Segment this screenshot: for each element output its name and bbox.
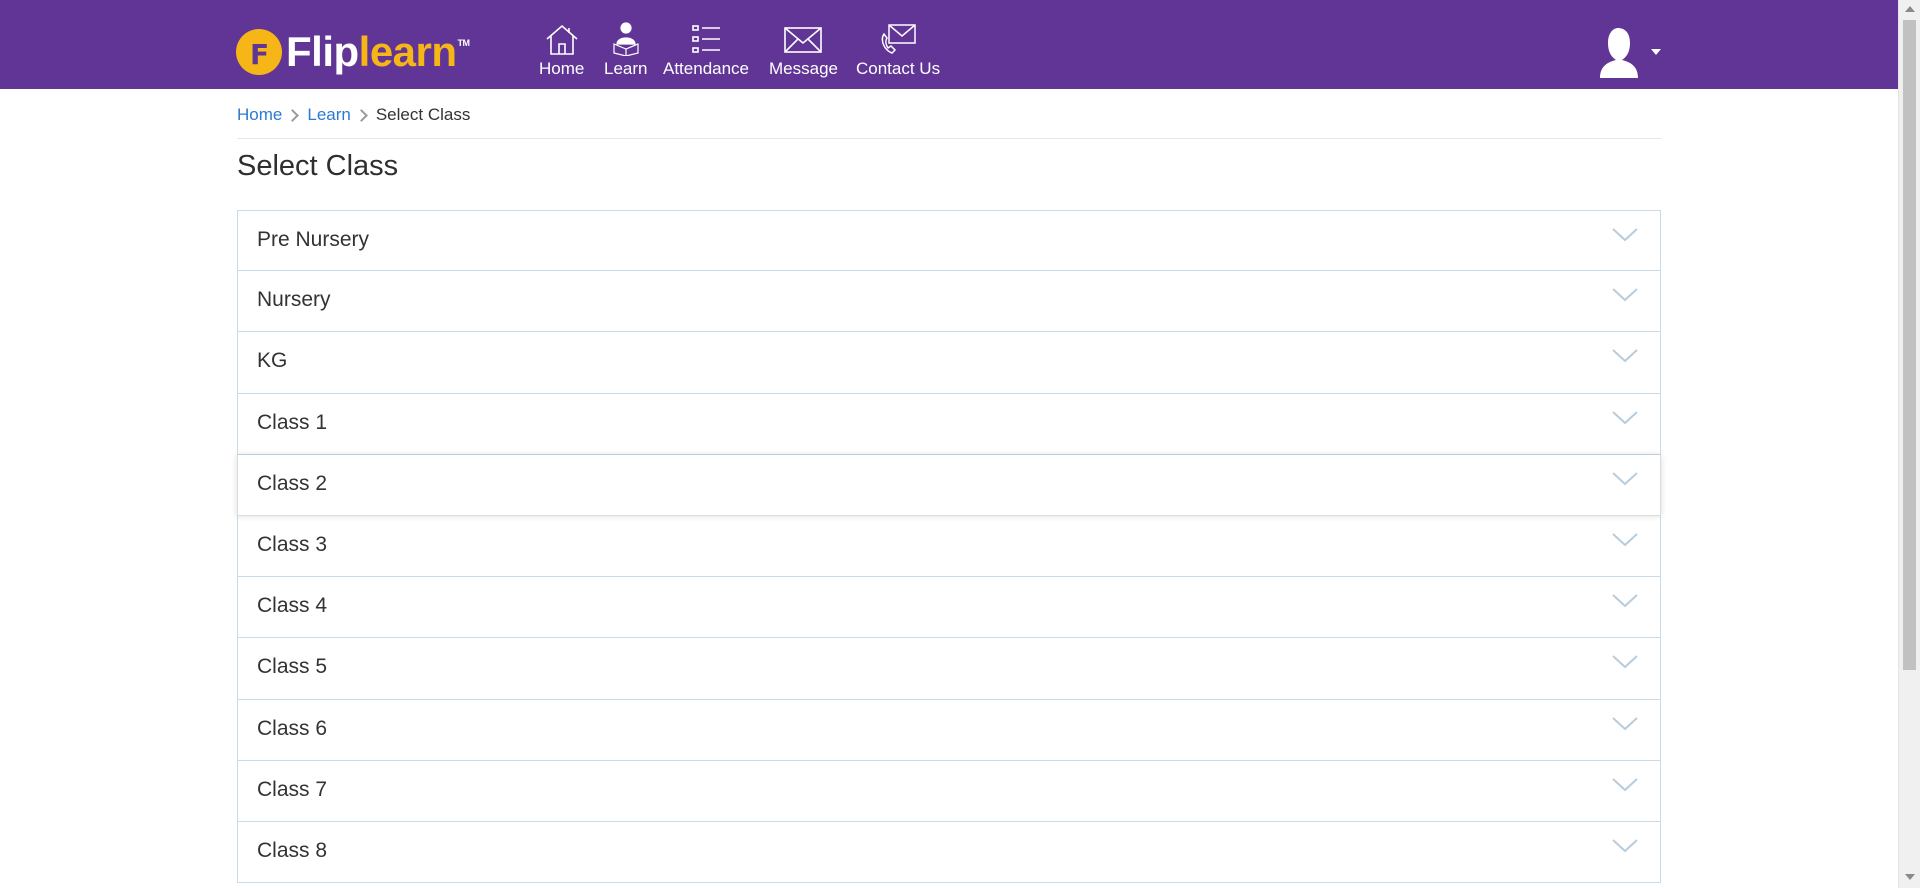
nav-learn-label: Learn — [604, 59, 648, 78]
scrollbar-thumb[interactable] — [1903, 20, 1916, 670]
chevron-down-icon[interactable] — [1610, 836, 1640, 856]
class-item-label: Class 3 — [257, 532, 328, 556]
chevron-down-icon[interactable] — [1610, 652, 1640, 672]
nav-message-label: Message — [769, 59, 838, 78]
class-accordion-item[interactable]: Class 3 — [237, 515, 1661, 578]
nav-attendance[interactable]: Attendance — [663, 22, 749, 79]
class-item-label: Class 2 — [257, 471, 328, 495]
class-accordion-item[interactable]: Class 2 — [237, 454, 1661, 516]
breadcrumb-current: Select Class — [375, 105, 471, 124]
chevron-down-icon[interactable] — [1610, 591, 1640, 611]
class-accordion-item[interactable]: KG — [237, 332, 1661, 394]
class-accordion-item[interactable]: Pre Nursery — [237, 210, 1661, 272]
nav-learn[interactable]: Learn — [604, 22, 647, 79]
logo-badge-icon: F — [236, 29, 282, 75]
nav-home-label: Home — [539, 59, 585, 78]
class-accordion-item[interactable]: Class 7 — [237, 760, 1661, 822]
breadcrumb: Home Learn Select Class — [237, 104, 470, 126]
class-item-label: Class 4 — [257, 594, 328, 618]
learn-icon — [613, 22, 639, 56]
user-menu[interactable] — [1592, 26, 1662, 80]
nav-home[interactable]: Home — [539, 22, 584, 79]
class-item-label: Class 6 — [257, 716, 328, 740]
vertical-scrollbar[interactable] — [1898, 0, 1920, 888]
caret-down-icon — [1651, 49, 1661, 55]
scroll-up-arrow-icon[interactable] — [1905, 6, 1915, 12]
class-item-label: Class 1 — [257, 410, 328, 434]
chevron-down-icon[interactable] — [1610, 714, 1640, 734]
class-accordion-item[interactable]: Class 4 — [237, 577, 1661, 639]
class-item-label: Nursery — [257, 288, 331, 312]
nav-contact-us-label: Contact Us — [856, 59, 941, 78]
page-title: Select Class — [237, 150, 399, 182]
nav-attendance-label: Attendance — [663, 59, 750, 78]
breadcrumb-home[interactable]: Home — [237, 105, 282, 125]
class-item-label: Class 5 — [257, 655, 328, 679]
chevron-down-icon[interactable] — [1610, 346, 1640, 366]
home-icon — [546, 24, 578, 55]
chevron-down-icon[interactable] — [1610, 408, 1640, 428]
class-accordion-item[interactable]: Nursery — [237, 271, 1661, 333]
contact-icon — [881, 24, 916, 54]
breadcrumb-chevron-icon — [354, 108, 368, 122]
logo-wordmark: Flip learn TM — [286, 28, 470, 75]
class-item-label: Class 7 — [257, 777, 328, 801]
chevron-down-icon[interactable] — [1610, 469, 1640, 489]
user-avatar-icon — [1600, 28, 1661, 78]
class-item-label: Class 8 — [257, 838, 328, 862]
scroll-down-arrow-icon[interactable] — [1905, 874, 1915, 880]
class-accordion-item[interactable]: Class 5 — [237, 638, 1661, 700]
envelope-icon — [784, 27, 823, 53]
class-accordion-item[interactable]: Class 8 — [237, 821, 1661, 884]
breadcrumb-learn[interactable]: Learn — [307, 105, 350, 125]
class-accordion: Pre Nursery Nursery KG Class 1 Class 2 Class … — [237, 210, 1661, 884]
chevron-down-icon[interactable] — [1610, 530, 1640, 550]
list-icon — [692, 25, 720, 53]
class-accordion-item[interactable]: Class 1 — [237, 393, 1661, 455]
breadcrumb-divider — [237, 138, 1661, 139]
nav-contact-us[interactable]: Contact Us — [856, 22, 940, 79]
breadcrumb-chevron-icon — [286, 108, 300, 122]
class-item-label: KG — [257, 349, 288, 373]
class-item-label: Pre Nursery — [257, 228, 370, 251]
nav-message[interactable]: Message — [769, 22, 838, 79]
chevron-down-icon[interactable] — [1610, 775, 1640, 795]
chevron-down-icon[interactable] — [1610, 225, 1640, 245]
fliplearn-logo[interactable]: F Flip learn TM — [236, 25, 470, 79]
chevron-down-icon[interactable] — [1610, 285, 1640, 305]
top-navigation-bar: F Flip learn TM Home Learn Attendance Mess… — [0, 0, 1898, 89]
class-accordion-item[interactable]: Class 6 — [237, 699, 1661, 761]
